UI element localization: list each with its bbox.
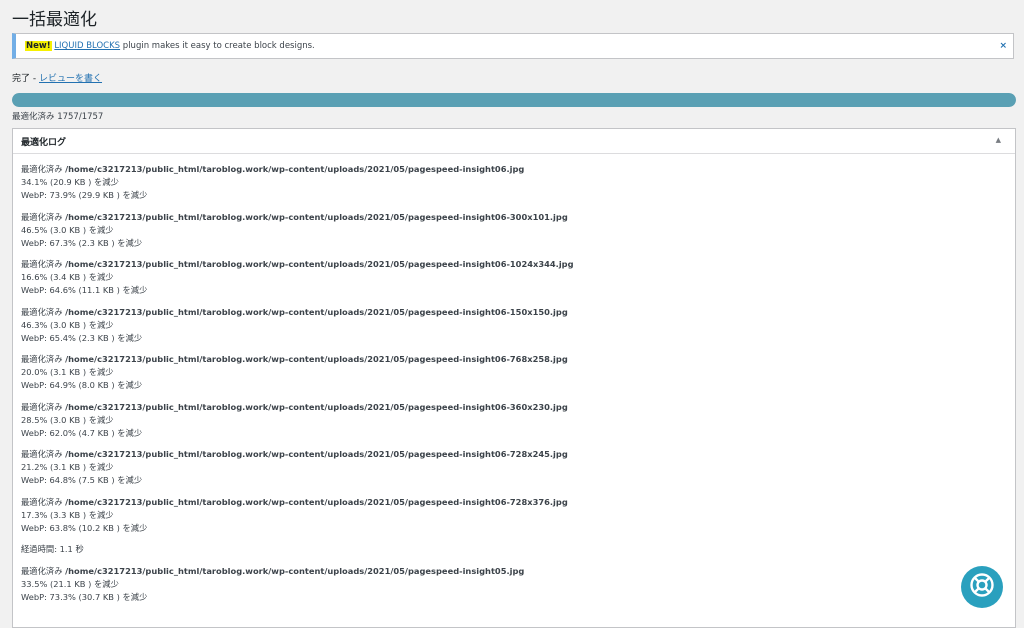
log-entry-webp: WebP: 65.4% (2.3 KB ) を減少 <box>21 332 143 343</box>
log-entry-path: /home/c3217213/public_html/taroblog.work… <box>65 306 568 317</box>
log-body: 最適化済み /home/c3217213/public_html/taroblo… <box>21 163 1007 613</box>
progress-count: 最適化済み 1757/1757 <box>12 112 104 122</box>
log-entry-webp: WebP: 63.8% (10.2 KB ) を減少 <box>21 522 148 533</box>
elapsed-time: 経過時間: 1.1 秒 <box>21 544 84 554</box>
log-entry-webp: WebP: 67.3% (2.3 KB ) を減少 <box>21 237 143 248</box>
log-entry-prefix: 最適化済み <box>21 496 66 507</box>
log-entry-prefix: 最適化済み <box>21 164 66 174</box>
log-entry-prefix: 最適化済み <box>21 259 66 269</box>
log-entry-webp: WebP: 64.8% (7.5 KB ) を減少 <box>21 475 143 485</box>
log-entry-path: /home/c3217213/public_html/taroblog.work… <box>65 354 568 364</box>
log-entry-path: /home/c3217213/public_html/taroblog.work… <box>65 496 568 507</box>
log-entry: 最適化済み /home/c3217213/public_html/taroblo… <box>21 211 1007 250</box>
log-entry-saved: 34.1% (20.9 KB ) を減少 <box>21 177 119 187</box>
page-title: 一括最適化 <box>12 10 97 30</box>
log-entry-prefix: 最適化済み <box>21 354 66 364</box>
log-entry-saved: 28.5% (3.0 KB ) を減少 <box>21 414 114 425</box>
progress-bar <box>12 93 1016 107</box>
log-entry-webp: WebP: 73.9% (29.9 KB ) を減少 <box>21 190 148 200</box>
new-badge: New! <box>25 41 52 51</box>
log-entry-prefix: 最適化済み <box>21 306 66 317</box>
log-entry-prefix: 最適化済み <box>21 401 66 412</box>
optimization-log-panel: 最適化ログ ▲ 最適化済み /home/c3217213/public_html… <box>12 128 1016 628</box>
status-line: 完了 - レビューを書く <box>12 74 103 84</box>
log-entry-path: /home/c3217213/public_html/taroblog.work… <box>65 259 574 269</box>
log-header[interactable]: 最適化ログ ▲ <box>13 129 1015 154</box>
log-entry-path: /home/c3217213/public_html/taroblog.work… <box>65 401 568 412</box>
log-entry: 最適化済み /home/c3217213/public_html/taroblo… <box>21 565 1007 604</box>
log-entry-path: /home/c3217213/public_html/taroblog.work… <box>65 566 525 576</box>
log-entry-saved: 17.3% (3.3 KB ) を減少 <box>21 509 114 520</box>
log-entry-prefix: 最適化済み <box>21 566 66 576</box>
dismiss-notice-button[interactable]: × <box>999 34 1007 58</box>
log-entry-saved: 33.5% (21.1 KB ) を減少 <box>21 579 119 589</box>
log-entry-webp: WebP: 62.0% (4.7 KB ) を減少 <box>21 427 143 438</box>
log-entry-webp: WebP: 64.9% (8.0 KB ) を減少 <box>21 380 143 390</box>
lifebuoy-icon <box>969 572 995 602</box>
log-entry-saved: 20.0% (3.1 KB ) を減少 <box>21 367 114 377</box>
collapse-arrow-icon[interactable]: ▲ <box>996 136 1001 144</box>
log-entry-path: /home/c3217213/public_html/taroblog.work… <box>65 164 525 174</box>
log-title: 最適化ログ <box>21 138 67 148</box>
log-entry-saved: 21.2% (3.1 KB ) を減少 <box>21 462 114 472</box>
log-entry: 最適化済み /home/c3217213/public_html/taroblo… <box>21 353 1007 392</box>
log-entry-webp: WebP: 64.6% (11.1 KB ) を減少 <box>21 285 148 295</box>
log-entry-path: /home/c3217213/public_html/taroblog.work… <box>65 449 568 459</box>
write-review-link[interactable]: レビューを書く <box>39 74 102 84</box>
progress-fill <box>12 93 1016 107</box>
log-entry: 最適化済み /home/c3217213/public_html/taroblo… <box>21 401 1007 440</box>
log-entry: 最適化済み /home/c3217213/public_html/taroblo… <box>21 163 1007 202</box>
liquid-blocks-link[interactable]: LIQUID BLOCKS <box>54 41 120 51</box>
done-label: 完了 <box>12 74 31 84</box>
log-entry-saved: 46.5% (3.0 KB ) を減少 <box>21 224 114 235</box>
log-entry-prefix: 最適化済み <box>21 211 66 222</box>
log-entry: 最適化済み /home/c3217213/public_html/taroblo… <box>21 306 1007 345</box>
log-entry: 最適化済み /home/c3217213/public_html/taroblo… <box>21 448 1007 487</box>
plugin-notice: New! LIQUID BLOCKS plugin makes it easy … <box>12 33 1014 59</box>
log-entry-webp: WebP: 73.3% (30.7 KB ) を減少 <box>21 592 148 602</box>
log-entry-saved: 46.3% (3.0 KB ) を減少 <box>21 319 114 330</box>
help-button[interactable] <box>961 566 1003 608</box>
log-entry-saved: 16.6% (3.4 KB ) を減少 <box>21 272 114 282</box>
log-entry-prefix: 最適化済み <box>21 449 66 459</box>
log-entry: 最適化済み /home/c3217213/public_html/taroblo… <box>21 258 1007 297</box>
log-entry: 最適化済み /home/c3217213/public_html/taroblo… <box>21 496 1007 535</box>
log-entry-path: /home/c3217213/public_html/taroblog.work… <box>65 211 568 222</box>
notice-message: plugin makes it easy to create block des… <box>120 41 315 51</box>
